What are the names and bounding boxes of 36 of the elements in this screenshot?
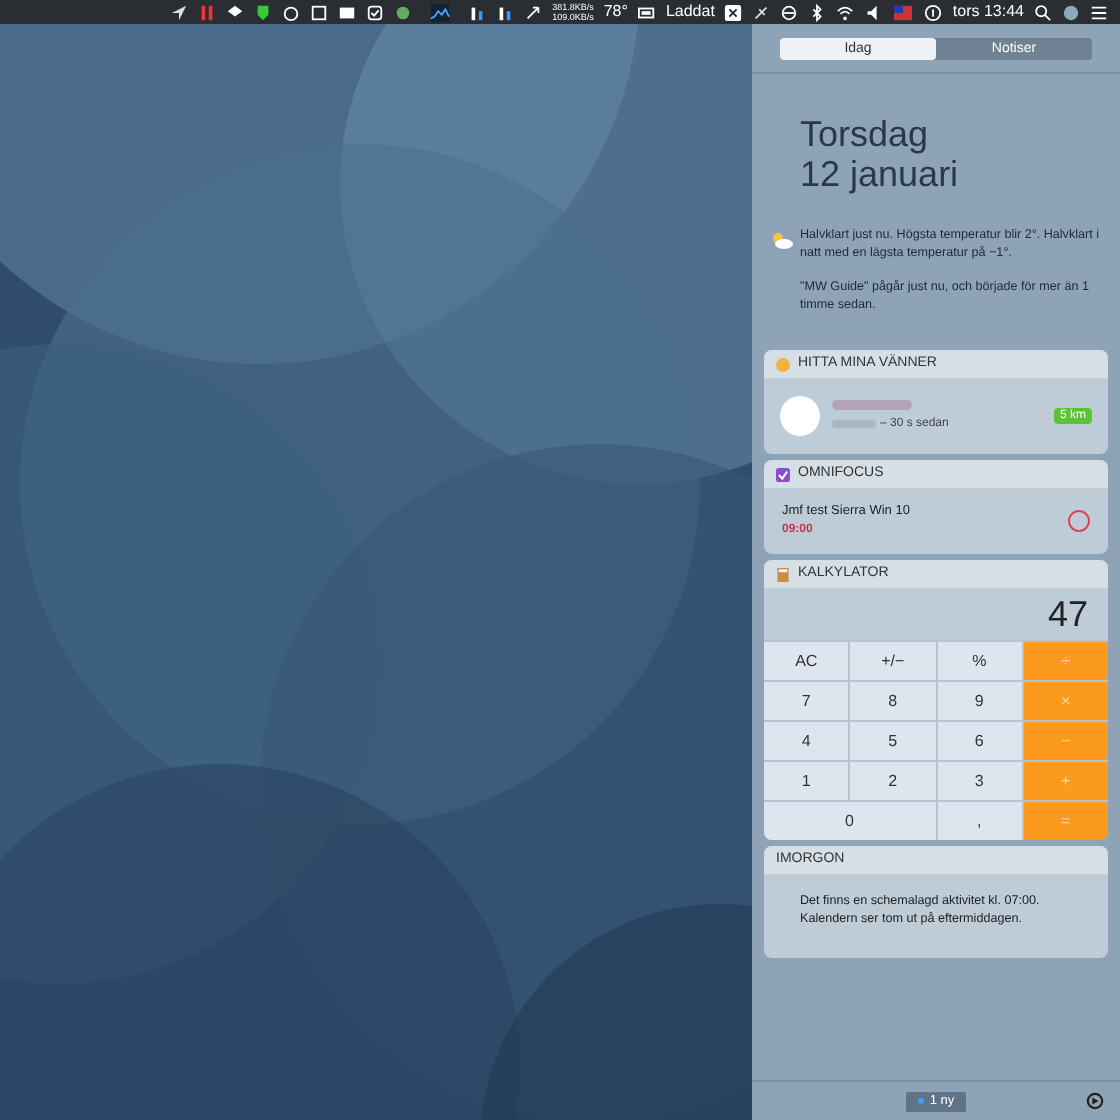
- calculator-key[interactable]: %: [937, 642, 1022, 680]
- close-icon[interactable]: [724, 3, 743, 21]
- flag-icon[interactable]: [892, 3, 915, 21]
- menu-icon[interactable]: [1090, 3, 1108, 21]
- friends-icon: [776, 357, 790, 371]
- info-icon[interactable]: [924, 3, 943, 21]
- partly-cloudy-icon: [770, 230, 794, 250]
- calculator-key[interactable]: 4: [764, 722, 849, 760]
- calculator-key[interactable]: 6: [937, 722, 1022, 760]
- date-heading: 12 januari: [800, 154, 961, 194]
- calculator-key[interactable]: 9: [937, 682, 1022, 720]
- checkbox-icon: [776, 467, 790, 481]
- temperature-text[interactable]: 78°: [603, 0, 628, 24]
- pause-icon[interactable]: [198, 3, 217, 21]
- battery-status-text[interactable]: Laddat: [665, 0, 715, 24]
- calculator-key[interactable]: AC: [764, 642, 849, 680]
- calculator-key[interactable]: +/−: [850, 642, 935, 680]
- bluetooth-icon[interactable]: [808, 3, 827, 21]
- weekday-heading: Torsdag: [800, 114, 931, 154]
- clock-text[interactable]: tors 13:44: [952, 0, 1024, 24]
- calculator-key[interactable]: 3: [937, 762, 1022, 800]
- calculator-key[interactable]: 5: [850, 722, 935, 760]
- search-icon[interactable]: [1034, 3, 1052, 21]
- avatar: [780, 396, 820, 436]
- wifi-icon[interactable]: [836, 3, 855, 21]
- blurred-name: [832, 399, 912, 409]
- calculator-key[interactable]: 7: [764, 682, 849, 720]
- calculator-icon: [776, 567, 790, 581]
- calculator-key[interactable]: 0: [764, 802, 935, 840]
- battery-icon[interactable]: [637, 3, 656, 21]
- calculator-display: 47: [1045, 592, 1090, 638]
- calculator-key[interactable]: 2: [850, 762, 935, 800]
- calculator-key[interactable]: 8: [850, 682, 935, 720]
- calculator-key[interactable]: ,: [937, 802, 1022, 840]
- checkbox-icon[interactable]: [366, 3, 385, 21]
- calculator-key[interactable]: 1: [764, 762, 849, 800]
